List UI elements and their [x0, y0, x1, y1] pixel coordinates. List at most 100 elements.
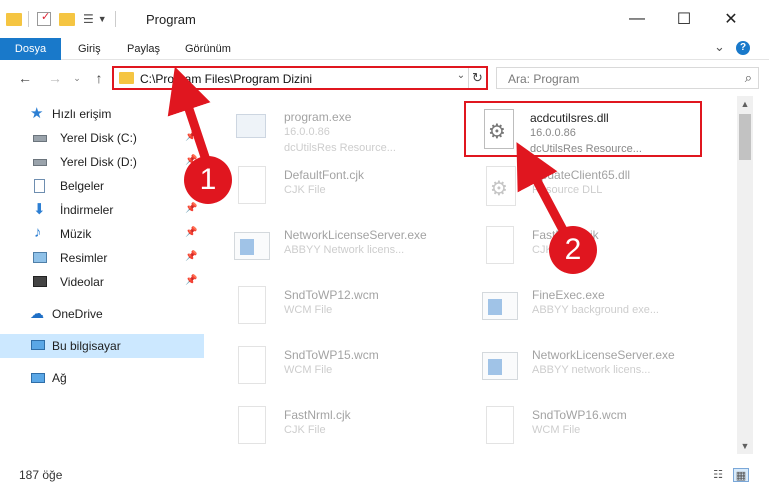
exe-icon: [230, 106, 270, 154]
sidebar-item[interactable]: Videolar 📌: [0, 270, 204, 294]
file-name: NetworkLicenseServer.exe: [284, 228, 427, 242]
sidebar-item-label: OneDrive: [52, 307, 103, 321]
videos-icon: [32, 274, 48, 290]
sidebar-item[interactable]: ☁ OneDrive: [0, 302, 204, 326]
drive-icon: [32, 154, 48, 170]
file-type: CJK File: [284, 424, 326, 436]
tab-home[interactable]: Giriş: [68, 38, 111, 60]
file-item[interactable]: DefaultFont.cjk CJK File: [220, 160, 470, 220]
file-item[interactable]: NetworkLicenseServer.exe ABBYY Network li…: [220, 220, 470, 280]
divider: [28, 11, 29, 27]
sidebar-item-label: Belgeler: [60, 179, 105, 193]
sidebar-item[interactable]: Yerel Disk (C:) 📌: [0, 126, 204, 150]
file-item[interactable]: NetworkLicenseServer.exe ABBYY network li…: [468, 340, 718, 400]
documents-icon: [32, 178, 48, 194]
file-item[interactable]: ⚙ acdcutilsres.dll 16.0.0.86 dcUtilsRes Res…: [464, 101, 702, 157]
file-description: dcUtilsRes Resource...: [284, 142, 396, 154]
sidebar-item[interactable]: Ağ: [0, 366, 204, 390]
address-path[interactable]: C:\Program Files\Program Dizini: [140, 72, 312, 86]
sidebar-item-label: Bu bilgisayar: [52, 339, 121, 353]
up-arrow-icon[interactable]: ↑: [88, 67, 110, 89]
scroll-thumb[interactable]: [739, 114, 751, 160]
pin-icon[interactable]: 📌: [185, 131, 197, 142]
app-window-icon: [478, 344, 518, 392]
file-item[interactable]: SndToWP12.wcm WCM File: [220, 280, 470, 340]
view-menu-icon[interactable]: ☰: [83, 12, 94, 26]
search-icon[interactable]: ⌕: [745, 70, 752, 86]
divider: [114, 11, 116, 27]
forward-arrow-icon[interactable]: →: [44, 67, 66, 89]
maximize-button[interactable]: ☐: [661, 0, 707, 38]
properties-icon[interactable]: ✓: [37, 11, 51, 26]
sidebar-item[interactable]: Bu bilgisayar: [0, 334, 204, 358]
file-type: CJK File: [284, 184, 326, 196]
tab-file[interactable]: Dosya: [0, 38, 61, 60]
file-name: SndToWP12.wcm: [284, 288, 379, 302]
file-list: program.exe 16.0.0.86 dcUtilsRes Resource.…: [210, 96, 736, 456]
file-item[interactable]: program.exe 16.0.0.86 dcUtilsRes Resource.…: [220, 102, 470, 162]
annotation-marker-1: 1: [184, 156, 232, 204]
file-item[interactable]: ⚙ UpdateClient65.dll Resource DLL: [468, 160, 718, 220]
file-type: ABBYY network licens...: [532, 364, 651, 376]
help-icon[interactable]: ?: [736, 41, 750, 55]
dll-gear-icon: ⚙: [478, 164, 518, 212]
search-box[interactable]: Ara: Program ⌕: [496, 67, 759, 89]
address-row: ← → ⌄ ↑ C:\Program Files\Program Dizini …: [0, 61, 769, 94]
address-bar[interactable]: C:\Program Files\Program Dizini ⌄ ↻: [112, 66, 488, 90]
refresh-icon[interactable]: ↻: [468, 68, 486, 88]
file-item[interactable]: SndToWP15.wcm WCM File: [220, 340, 470, 400]
file-item[interactable]: FineExec.exe ABBYY background exe...: [468, 280, 718, 340]
network-icon: [30, 370, 46, 386]
file-icon: [230, 284, 270, 332]
sidebar-item-label: Resimler: [60, 251, 108, 265]
search-placeholder[interactable]: Ara: Program: [508, 72, 579, 86]
ribbon: Dosya Giriş Paylaş Görünüm ⌄ ?: [0, 38, 769, 60]
sidebar-item-label: Yerel Disk (C:): [60, 131, 137, 145]
details-view-icon[interactable]: ☷: [710, 468, 726, 482]
recent-locations-icon[interactable]: ⌄: [66, 67, 88, 89]
annotation-marker-2: 2: [549, 226, 597, 274]
quick-access-toolbar: ✓ ☰ ▼: [6, 11, 116, 27]
tab-view[interactable]: Görünüm: [175, 38, 241, 60]
file-name: FastNrml.cjk: [284, 408, 351, 422]
file-item[interactable]: SndToWP16.wcm WCM File: [468, 400, 718, 456]
pin-icon[interactable]: 📌: [185, 203, 197, 214]
file-name: FineExec.exe: [532, 288, 605, 302]
folder-icon: [6, 12, 22, 26]
large-icons-view-icon[interactable]: ▦: [733, 468, 749, 482]
back-arrow-icon[interactable]: ←: [14, 67, 36, 89]
pictures-icon: [32, 250, 48, 266]
pin-icon[interactable]: 📌: [185, 275, 197, 286]
sidebar-item[interactable]: ♪ Müzik 📌: [0, 222, 204, 246]
file-description: dcUtilsRes Resource...: [530, 143, 642, 155]
customize-toolbar-icon[interactable]: ▼: [98, 14, 107, 24]
sidebar-item-label: Yerel Disk (D:): [60, 155, 137, 169]
dll-gear-icon: ⚙: [476, 107, 516, 155]
sidebar-item[interactable]: ⬇ İndirmeler 📌: [0, 198, 204, 222]
tab-share[interactable]: Paylaş: [117, 38, 170, 60]
new-folder-icon[interactable]: [59, 12, 75, 26]
sidebar-item[interactable]: Yerel Disk (D:) 📌: [0, 150, 204, 174]
collapse-ribbon-icon[interactable]: ⌄: [714, 39, 725, 55]
minimize-button[interactable]: —: [614, 0, 660, 38]
file-type: WCM File: [284, 304, 333, 316]
title-bar: ✓ ☰ ▼ Program — ☐ ✕: [0, 0, 769, 38]
sidebar-item[interactable]: Resimler 📌: [0, 246, 204, 270]
file-item[interactable]: FastNrml.cjk CJK File: [220, 400, 470, 456]
computer-icon: [30, 338, 46, 354]
scroll-up-icon[interactable]: ▲: [737, 96, 753, 112]
close-button[interactable]: ✕: [708, 0, 754, 38]
sidebar-item-label: Ağ: [52, 371, 67, 385]
sidebar-item[interactable]: Belgeler📌: [0, 174, 204, 198]
sidebar-item[interactable]: ★ Hızlı erişim: [0, 102, 204, 126]
file-icon: [478, 224, 518, 272]
file-type: Resource DLL: [532, 184, 603, 196]
vertical-scrollbar[interactable]: ▲ ▼: [737, 96, 753, 454]
file-icon: [230, 164, 270, 212]
file-name: SndToWP15.wcm: [284, 348, 379, 362]
chevron-down-icon[interactable]: ⌄: [453, 70, 469, 88]
pin-icon[interactable]: 📌: [185, 251, 197, 262]
pin-icon[interactable]: 📌: [185, 227, 197, 238]
scroll-down-icon[interactable]: ▼: [737, 438, 753, 454]
folder-icon: [119, 72, 134, 84]
